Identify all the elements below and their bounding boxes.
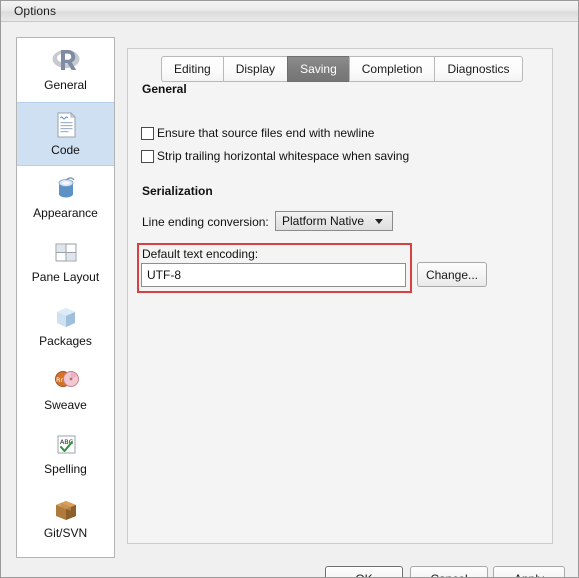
chevron-down-icon: [375, 218, 383, 224]
strip-whitespace-checkbox[interactable]: [141, 149, 154, 163]
publish-arrows-icon: [50, 556, 82, 557]
sidebar-item-label: Git/SVN: [43, 526, 88, 540]
sidebar-item-label: Packages: [39, 334, 92, 348]
apply-button[interactable]: Apply: [493, 566, 565, 577]
line-ending-label: Line ending conversion:: [142, 215, 269, 229]
panes-icon: [50, 236, 82, 268]
sidebar-item-general[interactable]: General: [17, 38, 114, 102]
sidebar-item-label: Appearance: [33, 206, 98, 220]
window-title: Options: [14, 4, 57, 18]
sidebar-item-sweave[interactable]: Rnw Sweave: [17, 358, 114, 422]
category-sidebar[interactable]: General Code Appearance Pane Layout Pack…: [16, 37, 115, 558]
checkbox-row-strip-whitespace[interactable]: Strip trailing horizontal whitespace whe…: [141, 149, 409, 163]
checkbox-row-ensure-newline[interactable]: Ensure that source files end with newlin…: [141, 126, 374, 140]
settings-content-panel: [127, 48, 553, 544]
sidebar-item-appearance[interactable]: Appearance: [17, 166, 114, 230]
sidebar-item-spelling[interactable]: ABC Spelling: [17, 422, 114, 486]
sidebar-item-label: Pane Layout: [31, 270, 100, 284]
sweave-pdf-icon: Rnw: [50, 364, 82, 396]
options-dialog-window: Options General Code Appearance Pane Lay…: [0, 0, 579, 578]
sidebar-item-label: Sweave: [44, 398, 87, 412]
r-logo-icon: [50, 44, 82, 76]
tab-diagnostics[interactable]: Diagnostics: [434, 56, 523, 82]
brown-box-icon: [50, 492, 82, 524]
tab-editing[interactable]: Editing: [161, 56, 223, 82]
settings-tab-bar[interactable]: Editing Display Saving Completion Diagno…: [161, 56, 523, 82]
document-icon: [50, 109, 82, 141]
sidebar-item-publishing[interactable]: Publishing: [17, 550, 114, 557]
serialization-section-heading: Serialization: [142, 184, 213, 198]
sidebar-item-pane-layout[interactable]: Pane Layout: [17, 230, 114, 294]
general-section-heading: General: [142, 82, 187, 96]
ok-button[interactable]: OK: [325, 566, 403, 577]
default-encoding-input[interactable]: UTF-8: [141, 263, 406, 287]
strip-whitespace-label: Strip trailing horizontal whitespace whe…: [157, 149, 410, 163]
cancel-button[interactable]: Cancel: [410, 566, 488, 577]
ensure-newline-label: Ensure that source files end with newlin…: [157, 126, 375, 140]
ensure-newline-checkbox[interactable]: [141, 126, 154, 140]
default-encoding-label: Default text encoding:: [142, 247, 259, 261]
line-ending-conversion-select[interactable]: Platform Native: [275, 211, 393, 231]
sidebar-item-label: Spelling: [44, 462, 87, 476]
line-ending-value: Platform Native: [282, 214, 365, 228]
tab-saving[interactable]: Saving: [287, 56, 349, 82]
sidebar-item-label: Code: [51, 143, 80, 157]
sidebar-item-label: General: [44, 78, 87, 92]
tab-display[interactable]: Display: [222, 56, 288, 82]
abc-check-icon: ABC: [50, 428, 82, 460]
sidebar-item-code[interactable]: Code: [17, 102, 114, 166]
change-encoding-button[interactable]: Change...: [417, 262, 487, 287]
dialog-body: General Code Appearance Pane Layout Pack…: [1, 23, 578, 577]
sidebar-item-packages[interactable]: Packages: [17, 294, 114, 358]
tab-completion[interactable]: Completion: [348, 56, 435, 82]
package-box-icon: [50, 300, 82, 332]
paint-can-icon: [50, 172, 82, 204]
title-bar: Options: [1, 1, 578, 22]
sidebar-item-git-svn[interactable]: Git/SVN: [17, 486, 114, 550]
